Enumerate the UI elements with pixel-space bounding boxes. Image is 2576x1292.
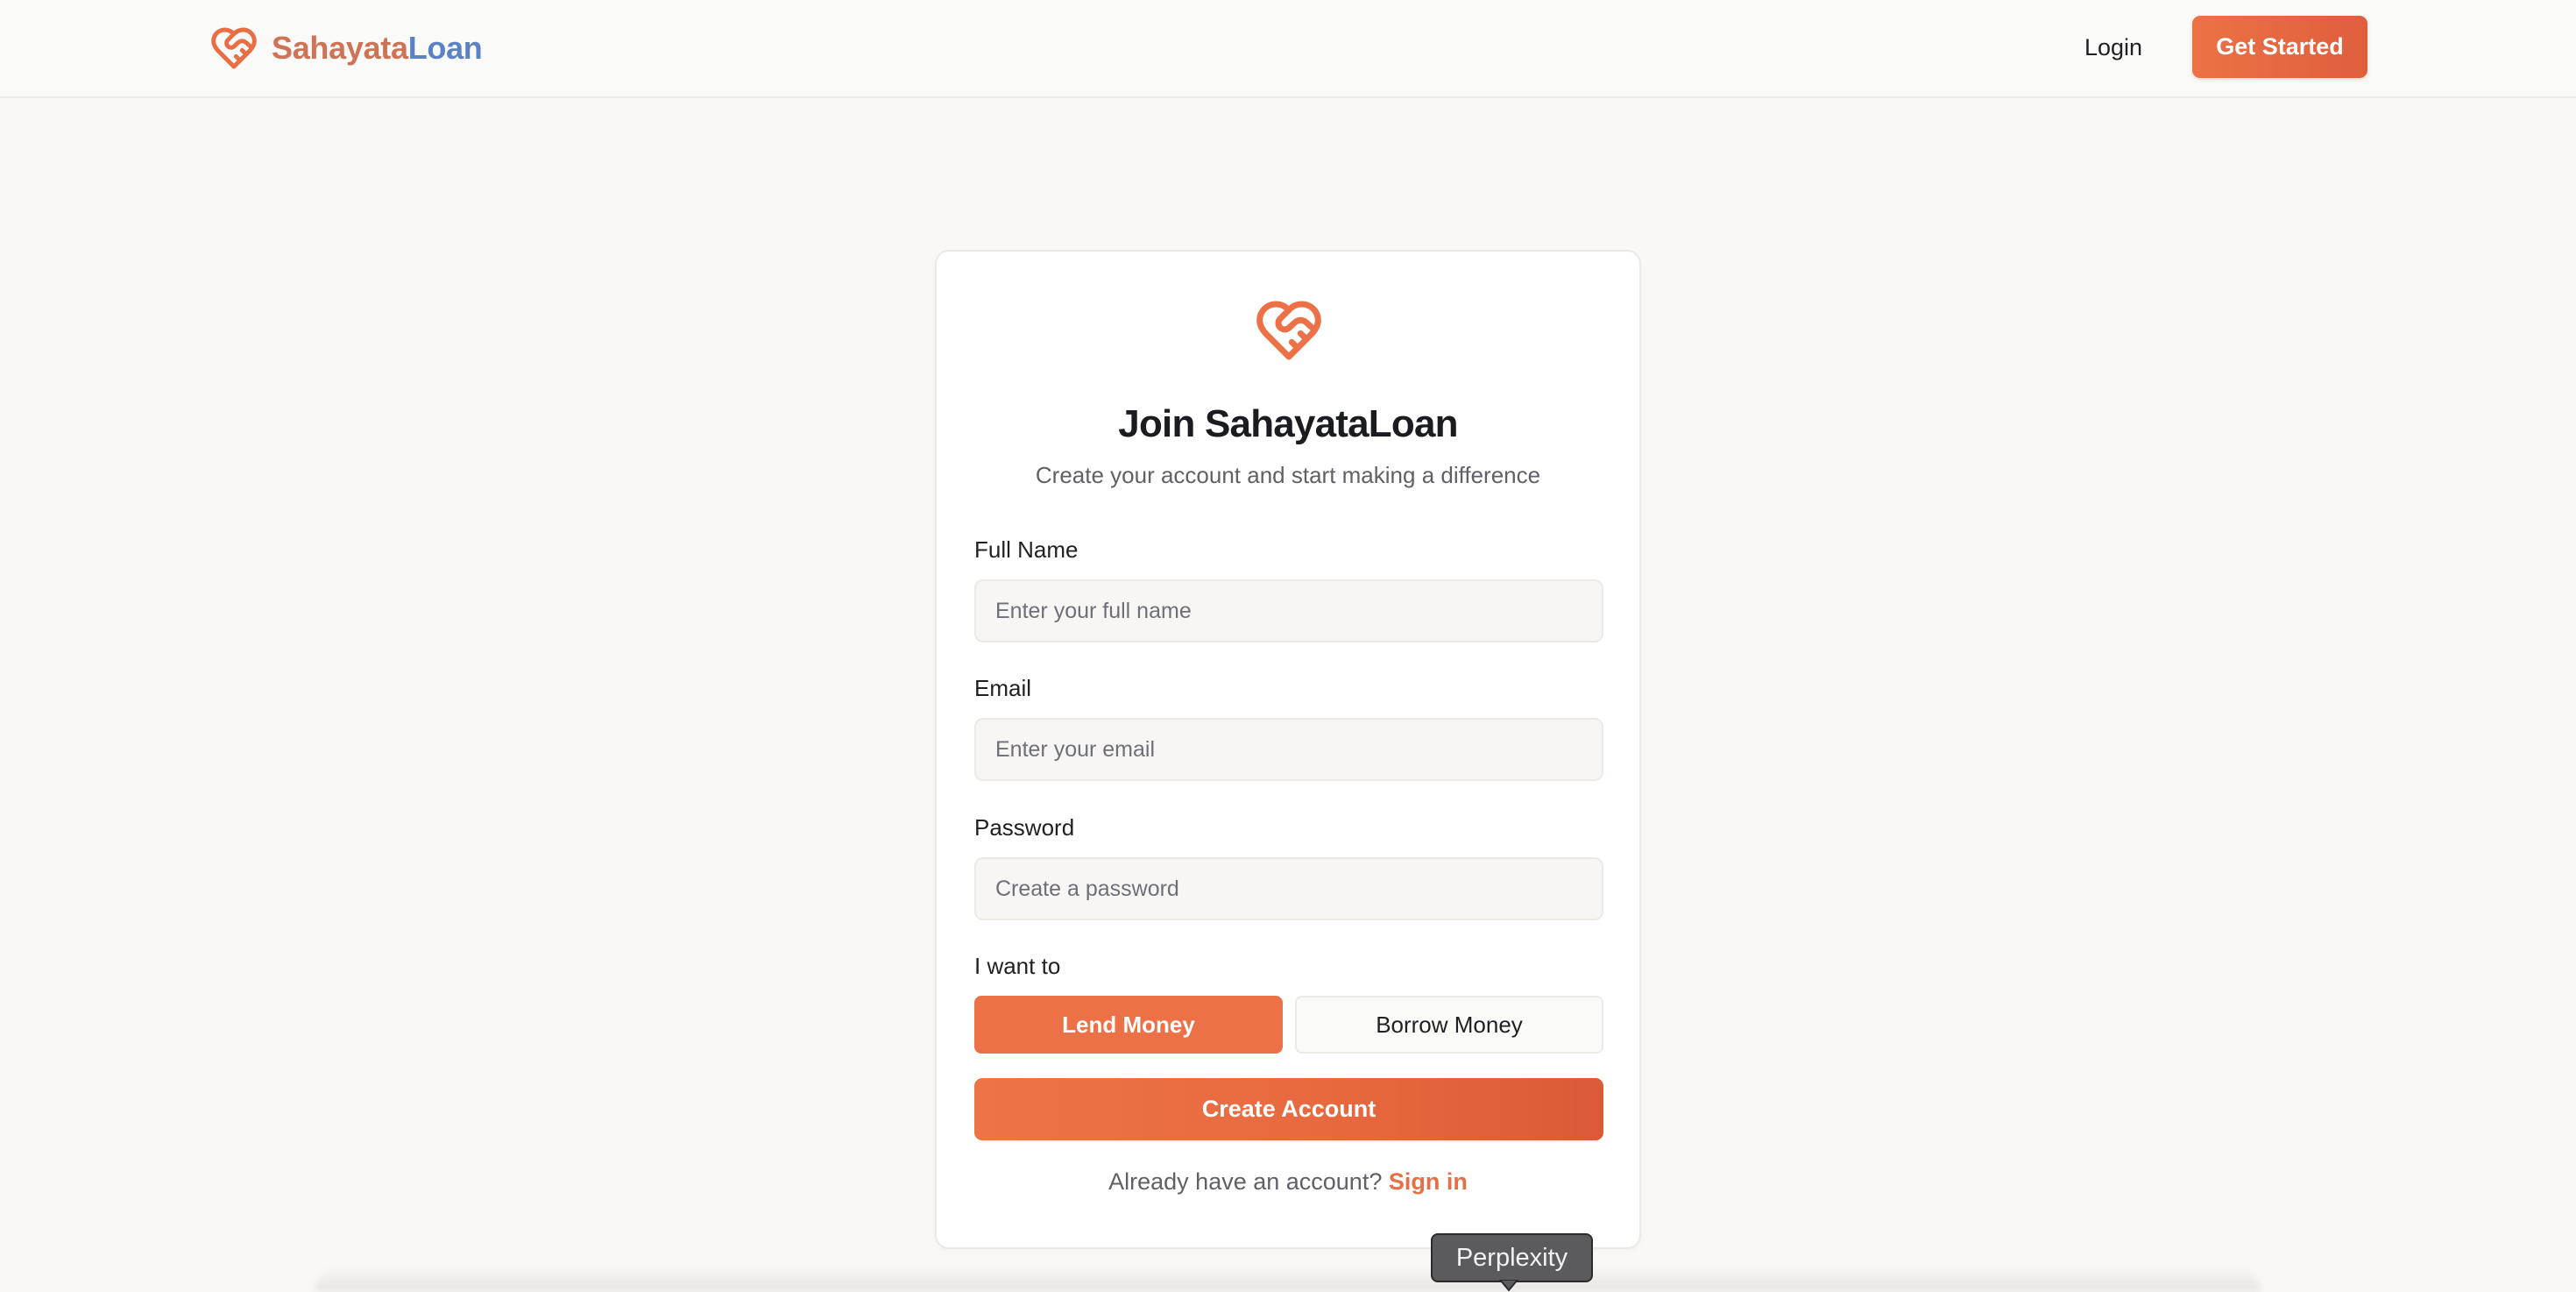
login-link[interactable]: Login	[2064, 23, 2162, 72]
brand-logo-link[interactable]: SahayataLoan	[209, 23, 483, 74]
signin-prompt: Already have an account? Sign in	[937, 1168, 1639, 1196]
page-subtitle: Create your account and start making a d…	[1035, 462, 1541, 488]
sign-in-link[interactable]: Sign in	[1389, 1168, 1468, 1195]
perplexity-tooltip: Perplexity	[1431, 1233, 1593, 1282]
page-title: Join SahayataLoan	[1118, 402, 1458, 445]
email-input[interactable]	[974, 718, 1603, 781]
full-name-input[interactable]	[974, 579, 1603, 642]
role-label: I want to	[974, 953, 1061, 979]
tooltip-arrow-icon	[1499, 1280, 1518, 1292]
heart-handshake-icon	[1256, 301, 1321, 360]
password-input[interactable]	[974, 857, 1603, 920]
brand-name: SahayataLoan	[272, 30, 483, 67]
signin-prompt-text: Already have an account?	[1108, 1168, 1383, 1195]
get-started-button[interactable]: Get Started	[2192, 16, 2367, 78]
full-name-label: Full Name	[974, 536, 1079, 563]
top-navbar: SahayataLoan Login Get Started	[0, 0, 2576, 98]
email-label: Email	[974, 675, 1032, 701]
bottom-panel-shadow	[315, 1266, 2261, 1292]
brand-name-part1: Sahayata	[272, 30, 408, 66]
heart-handshake-icon	[211, 27, 257, 69]
borrow-money-button[interactable]: Borrow Money	[1295, 996, 1603, 1054]
signup-card: Join SahayataLoan Create your account an…	[935, 250, 1641, 1249]
brand-name-part2: Loan	[407, 30, 483, 66]
password-label: Password	[974, 814, 1075, 841]
create-account-button[interactable]: Create Account	[974, 1078, 1603, 1140]
lend-money-button[interactable]: Lend Money	[974, 996, 1283, 1054]
